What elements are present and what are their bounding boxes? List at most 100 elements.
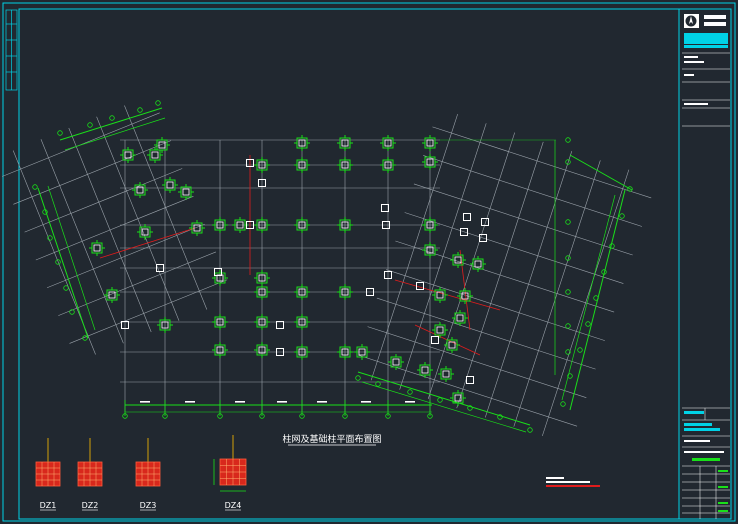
axis-bubble bbox=[63, 285, 69, 291]
dimension-text-mark bbox=[140, 401, 150, 403]
column-outline bbox=[93, 244, 101, 252]
grid-line-left-wing bbox=[35, 196, 194, 261]
footing-outline bbox=[440, 368, 452, 380]
footing-outline bbox=[134, 184, 146, 196]
column-footing bbox=[189, 220, 205, 236]
axis-bubble bbox=[109, 115, 115, 121]
grid-line-left-wing bbox=[69, 279, 228, 344]
axis-bubble bbox=[560, 401, 566, 407]
section-label: DZ2 bbox=[82, 501, 99, 510]
column-outline bbox=[436, 326, 444, 334]
dimension-text-mark bbox=[277, 401, 287, 403]
axis-bubble bbox=[619, 213, 625, 219]
column-footing bbox=[450, 252, 466, 268]
column-footing bbox=[432, 287, 448, 303]
column-section: DZ1 bbox=[35, 438, 61, 511]
footing-outline bbox=[164, 179, 176, 191]
column-outline bbox=[416, 282, 424, 290]
column-section: DZ2 bbox=[77, 438, 103, 511]
axis-bubble bbox=[155, 100, 161, 106]
dimension-text-mark bbox=[361, 401, 371, 403]
column-footing bbox=[452, 310, 468, 326]
grid-line-right-wing bbox=[484, 151, 573, 418]
column-outline bbox=[166, 181, 174, 189]
footing-outline bbox=[454, 312, 466, 324]
grid-line-right-wing bbox=[456, 141, 544, 409]
right-wing-grid bbox=[358, 113, 652, 437]
scale-bar bbox=[546, 477, 600, 487]
column-footing bbox=[388, 354, 404, 370]
axis-bubble bbox=[375, 381, 381, 387]
axis-bubble bbox=[577, 347, 583, 353]
footing-outline bbox=[122, 149, 134, 161]
column-footing bbox=[438, 366, 454, 382]
axis-bubble bbox=[609, 243, 615, 249]
drawing-title-group: 柱网及基础柱平面布置图 bbox=[282, 433, 382, 446]
axis-bubble bbox=[565, 323, 571, 329]
column-outline bbox=[392, 358, 400, 366]
footing-outline bbox=[180, 186, 192, 198]
column-outline bbox=[463, 213, 471, 221]
footing-outline bbox=[446, 339, 458, 351]
foundation-plan bbox=[1, 100, 652, 437]
column-outline bbox=[381, 204, 389, 212]
north-arrow-icon bbox=[685, 15, 697, 27]
dimension-line-bottom-right bbox=[361, 381, 527, 433]
footing-outline bbox=[419, 364, 431, 376]
column-footing bbox=[417, 362, 433, 378]
grid-line-left-wing bbox=[40, 139, 124, 344]
grid-line-left-wing bbox=[58, 251, 217, 316]
footing-outline bbox=[149, 149, 161, 161]
axis-bubble bbox=[565, 219, 571, 225]
column-footing bbox=[178, 184, 194, 200]
column-footing bbox=[450, 390, 466, 406]
binding-strip bbox=[5, 9, 18, 91]
column-outline bbox=[456, 314, 464, 322]
red-reference-line bbox=[99, 227, 196, 259]
footing-outline bbox=[191, 222, 203, 234]
column-outline bbox=[474, 260, 482, 268]
axis-bubble bbox=[407, 389, 413, 395]
column-outline bbox=[276, 321, 284, 329]
column-footing bbox=[154, 137, 170, 153]
footing-outline bbox=[434, 324, 446, 336]
dimension-line-left bbox=[37, 187, 89, 339]
cad-drawing-canvas: 柱网及基础柱平面布置图 DZ1 DZ2 DZ3 DZ4 bbox=[1, 2, 736, 522]
grid-line-left-wing bbox=[68, 127, 152, 333]
column-footing bbox=[432, 322, 448, 338]
column-section: DZ3 bbox=[135, 438, 161, 511]
column-footing bbox=[132, 182, 148, 198]
dimension-text-mark bbox=[235, 401, 245, 403]
footing-outline bbox=[472, 258, 484, 270]
column-sections: DZ1 DZ2 DZ3 DZ4 bbox=[35, 435, 247, 511]
dimension-line-left bbox=[47, 185, 96, 331]
axis-bubble bbox=[32, 184, 38, 190]
footing-outline bbox=[156, 139, 168, 151]
section-label: DZ1 bbox=[40, 501, 57, 510]
column-outline bbox=[421, 366, 429, 374]
grid-line-right-wing bbox=[399, 123, 487, 390]
footing-outline bbox=[91, 242, 103, 254]
axis-bubble bbox=[69, 309, 75, 315]
axis-bubble bbox=[585, 321, 591, 327]
title-block-bottom bbox=[682, 407, 730, 519]
dimension-text-mark bbox=[317, 401, 327, 403]
title-block-top bbox=[678, 9, 730, 519]
dimension-text-mark bbox=[405, 401, 415, 403]
grid-line-right-wing bbox=[370, 113, 458, 381]
column-footing bbox=[137, 224, 153, 240]
column-section: DZ4 bbox=[213, 435, 247, 511]
footing-outline bbox=[390, 356, 402, 368]
dimension-line-top-right bbox=[569, 154, 633, 191]
column-footing bbox=[89, 240, 105, 256]
grid-line-left-wing bbox=[13, 140, 172, 205]
section-label: DZ3 bbox=[140, 501, 157, 510]
grid-line-left-wing bbox=[124, 105, 208, 310]
axis-bubble bbox=[87, 122, 93, 128]
axis-bubble bbox=[57, 130, 63, 136]
column-outline bbox=[442, 370, 450, 378]
axis-bubble bbox=[355, 375, 361, 381]
dimension-line-bottom-right bbox=[357, 371, 531, 426]
grid-line-right-wing bbox=[427, 132, 516, 399]
column-outline bbox=[151, 151, 159, 159]
